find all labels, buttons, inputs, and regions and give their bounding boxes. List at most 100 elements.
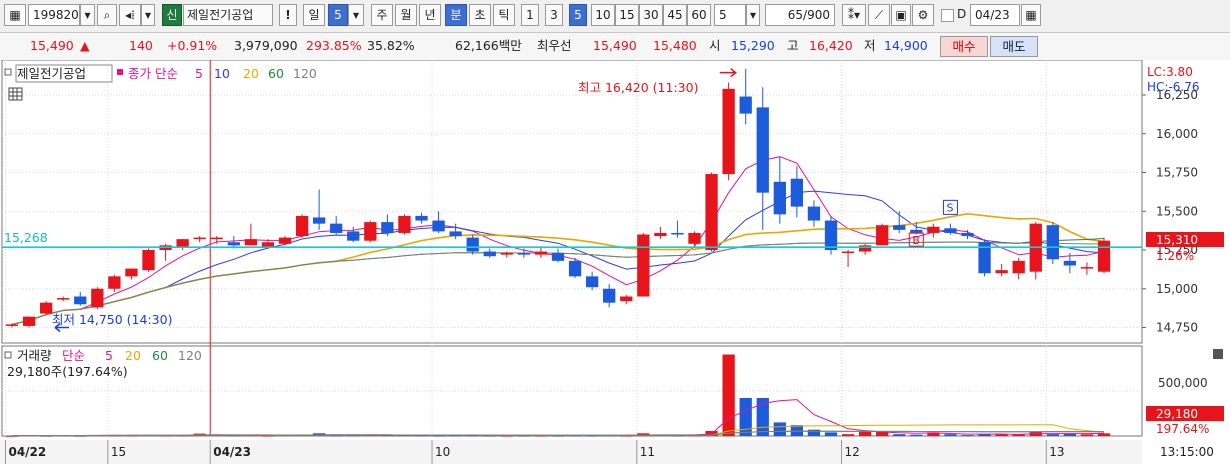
candle-body — [654, 232, 667, 237]
candle-body — [1097, 240, 1111, 272]
volume-ratio: 293.85% — [306, 38, 362, 53]
open-label: 시 — [709, 38, 721, 53]
ask-price: 15,490 — [593, 38, 637, 53]
minute-3-button[interactable]: 3 — [545, 4, 563, 26]
period-month-button[interactable]: 월 — [395, 4, 417, 26]
price-panel-title: 제일전기공업 — [17, 66, 86, 81]
candle-body — [125, 268, 138, 277]
volume-ma-label: 단순 — [62, 348, 85, 363]
minute-30-button[interactable]: 30 — [639, 4, 663, 26]
period-tick-button[interactable]: 틱 — [493, 4, 515, 26]
volume-bar — [807, 429, 821, 436]
candle-body — [807, 206, 821, 221]
buy-button[interactable]: 매수 — [940, 36, 988, 57]
candle-body — [466, 237, 479, 252]
candle-body — [585, 276, 599, 288]
credit-badge: 신 — [162, 4, 182, 26]
candle-body — [858, 245, 872, 252]
sell-button[interactable]: 매도 — [990, 36, 1038, 57]
calendar-icon[interactable]: ▦ — [1021, 4, 1041, 26]
period-day-button[interactable]: 일 — [303, 4, 325, 26]
trade-amount: 62,166백만 — [455, 38, 522, 53]
sell-signal-label: S — [946, 201, 953, 214]
stock-code-input[interactable]: 199820 — [28, 4, 80, 26]
low-label: 저 — [864, 38, 876, 53]
minute-5-button[interactable]: 5 — [569, 4, 587, 26]
volume-ma-120: 120 — [178, 348, 202, 363]
save-icon[interactable]: ▣ — [891, 4, 911, 26]
price-change: 140 — [129, 38, 153, 53]
high-price: 16,420 — [809, 38, 853, 53]
candle-body — [227, 242, 240, 246]
data-table-icon[interactable] — [8, 87, 23, 101]
time-axis-label: 04/22 — [8, 445, 46, 459]
candle-body — [57, 298, 70, 300]
time-axis-label: 12 — [845, 445, 860, 459]
time-axis-label: 11 — [640, 445, 655, 459]
minute-15-button[interactable]: 15 — [615, 4, 639, 26]
candle-body — [739, 96, 752, 114]
candle-body — [603, 288, 616, 303]
candle-body — [261, 242, 275, 247]
period-week-button[interactable]: 주 — [371, 4, 393, 26]
volume-panel-close-icon[interactable] — [1213, 349, 1223, 359]
code-dropdown-icon[interactable]: ▾ — [80, 4, 95, 26]
volume-bar — [1046, 434, 1059, 436]
toolbar: ▦ 199820 ▾ ⌕ ◂⁞ ▾ 신 제일전기공업 ! 일 5 ▾ 주 월 년… — [0, 0, 1230, 33]
candle-body — [773, 181, 786, 215]
volume-bar — [790, 425, 804, 436]
candle-body — [756, 107, 769, 193]
time-axis: 04/22 15 04/23 10 11 12 13 — [0, 440, 1142, 464]
price-axis-label: 15,500 — [1156, 204, 1198, 218]
price-axis-label: 16,000 — [1156, 127, 1198, 141]
line-tool-icon[interactable]: ⟋ — [868, 4, 890, 26]
time-axis-label: 10 — [435, 445, 450, 459]
minute-45-button[interactable]: 45 — [663, 4, 687, 26]
price-ma-10: 10 — [214, 66, 230, 81]
interval-dropdown-icon[interactable]: ▾ — [746, 4, 760, 26]
volume-axis-tick: 500,000 — [1158, 376, 1208, 390]
gear-icon[interactable]: ⚙ — [912, 4, 934, 26]
candle-body — [944, 228, 957, 233]
volume-ratio-label: 197.64% — [1156, 422, 1209, 436]
candle-body — [39, 302, 53, 314]
period-dropdown-icon[interactable]: ▾ — [348, 4, 364, 26]
count-input[interactable]: 65/900 — [765, 4, 835, 26]
candle-body — [1063, 260, 1077, 266]
ma-legend-marker — [117, 69, 123, 75]
time-axis-current: 13:15:00 — [1160, 445, 1214, 459]
indicator-settings-icon[interactable]: ⁑▾ — [842, 4, 866, 26]
candle-body — [688, 232, 701, 244]
current-price-axis-label: 15,310 — [1156, 233, 1198, 247]
stock-name[interactable]: 제일전기공업 — [183, 4, 273, 26]
stock-chart[interactable]: S B 제일전기공업 종가 단순 5 10 20 60 120 최고 16,420… — [0, 60, 1230, 464]
date-checkbox[interactable] — [941, 9, 954, 22]
price-axis-label: 15,000 — [1156, 282, 1198, 296]
volume-panel-title: 거래량 — [17, 348, 52, 363]
search-icon[interactable]: ⌕ — [97, 4, 117, 26]
price-ma-120: 120 — [293, 66, 317, 81]
alert-button[interactable]: ! — [279, 4, 297, 26]
candle-body — [534, 251, 548, 255]
candle-body — [671, 232, 684, 235]
period-second-button[interactable]: 초 — [469, 4, 491, 26]
turnover: 35.82% — [367, 38, 415, 53]
minute-60-button[interactable]: 60 — [687, 4, 711, 26]
time-axis-label: 15 — [111, 445, 126, 459]
period-minute-button[interactable]: 분 — [445, 4, 467, 26]
candle-body — [927, 226, 940, 233]
speaker-dropdown-icon[interactable]: ▾ — [141, 4, 155, 26]
candle-body — [398, 215, 411, 233]
chart-menu-icon[interactable]: ▦ — [4, 4, 26, 26]
date-input[interactable]: 04/23 — [970, 4, 1020, 26]
volume-bar — [944, 434, 957, 436]
time-axis-bg — [0, 440, 1142, 464]
minute-1-button[interactable]: 1 — [521, 4, 539, 26]
interval-input[interactable]: 5 — [714, 4, 746, 26]
volume-bar — [722, 354, 735, 436]
open-price: 15,290 — [731, 38, 775, 53]
period-multiplier[interactable]: 5 — [328, 4, 348, 26]
period-year-button[interactable]: 년 — [419, 4, 441, 26]
speaker-icon[interactable]: ◂⁞ — [119, 4, 141, 26]
minute-10-button[interactable]: 10 — [591, 4, 615, 26]
